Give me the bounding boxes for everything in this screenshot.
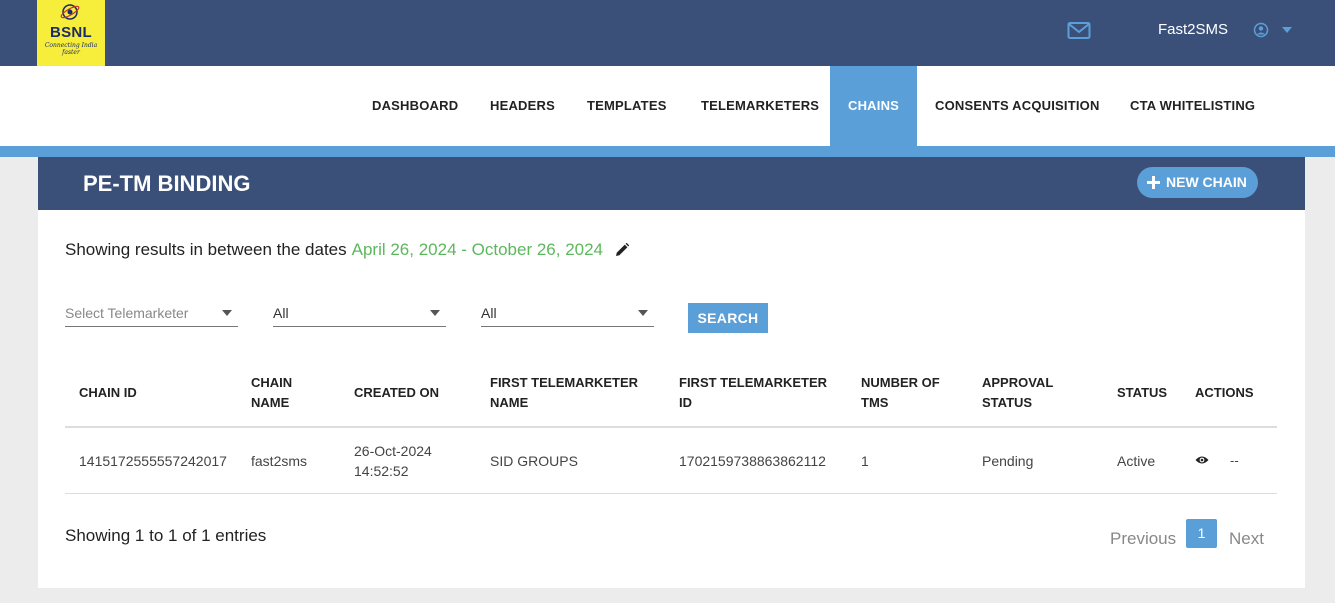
th-actions: ACTIONS: [1195, 385, 1254, 400]
chevron-down-icon[interactable]: [1282, 27, 1292, 33]
main-nav: DASHBOARD HEADERS TEMPLATES TELEMARKETER…: [0, 66, 1335, 146]
nav-underline-strip: [0, 146, 1335, 157]
nav-headers[interactable]: HEADERS: [472, 66, 573, 146]
th-line: NUMBER OF: [861, 375, 940, 390]
date-range: Showing results in between the dates Apr…: [65, 240, 630, 260]
th-first-tm-name[interactable]: FIRST TELEMARKETER NAME: [490, 373, 638, 413]
cell-actions-extra: --: [1230, 453, 1239, 468]
th-line: NAME: [490, 395, 529, 410]
new-chain-label: NEW CHAIN: [1166, 174, 1247, 190]
th-chain-id[interactable]: CHAIN ID: [79, 383, 137, 403]
search-button[interactable]: SEARCH: [688, 303, 768, 333]
th-line: CHAIN: [251, 375, 293, 390]
dropdown-arrow-icon: [430, 310, 440, 316]
th-line: TMS: [861, 395, 889, 410]
chains-card: PE-TM BINDING NEW CHAIN Showing results …: [38, 157, 1305, 588]
logo-tagline: Connecting India faster: [44, 42, 98, 56]
nav-chains[interactable]: CHAINS: [830, 66, 917, 146]
filter-select-2[interactable]: All: [273, 299, 446, 327]
nav-dashboard[interactable]: DASHBOARD: [354, 66, 476, 146]
th-number-of-tms[interactable]: NUMBER OF TMS: [861, 373, 940, 413]
filter-select-3[interactable]: All: [481, 299, 654, 327]
th-line: STATUS: [982, 395, 1033, 410]
card-header: PE-TM BINDING NEW CHAIN: [38, 157, 1305, 210]
cell-chain-name: fast2sms: [251, 453, 308, 469]
nav-cta-whitelisting[interactable]: CTA WHITELISTING: [1112, 66, 1273, 146]
th-line: FIRST TELEMARKETER: [490, 375, 639, 390]
page-1-button[interactable]: 1: [1186, 519, 1217, 548]
cell-chain-id: 1415172555557242017: [79, 453, 227, 469]
table-header-divider: [65, 426, 1277, 428]
logo-text: BSNL: [49, 24, 93, 41]
telemarketer-select[interactable]: Select Telemarketer: [65, 299, 238, 327]
top-bar: BSNL Connecting India faster Fast2SMS: [0, 0, 1335, 66]
filter-select-3-value: All: [481, 305, 497, 321]
eye-icon[interactable]: [1195, 455, 1209, 465]
new-chain-button[interactable]: NEW CHAIN: [1137, 167, 1258, 198]
th-line: NAME: [251, 395, 290, 410]
pencil-icon[interactable]: [615, 243, 630, 257]
cell-first-tm-name: SID GROUPS: [490, 453, 578, 469]
th-first-tm-id[interactable]: FIRST TELEMARKETER ID: [679, 373, 827, 413]
username-label[interactable]: Fast2SMS: [1158, 21, 1228, 38]
cell-created-time: 14:52:52: [354, 463, 409, 479]
mail-icon[interactable]: [1067, 20, 1091, 42]
th-line: APPROVAL: [982, 375, 1054, 390]
nav-templates[interactable]: TEMPLATES: [569, 66, 685, 146]
plus-icon: [1147, 176, 1160, 189]
date-range-value[interactable]: April 26, 2024 - October 26, 2024: [352, 240, 603, 260]
dropdown-arrow-icon: [638, 310, 648, 316]
globe-icon: [60, 4, 80, 20]
nav-consents-acquisition[interactable]: CONSENTS ACQUISITION: [917, 66, 1118, 146]
cell-created-date: 26-Oct-2024: [354, 443, 432, 459]
th-created-on[interactable]: CREATED ON: [354, 383, 439, 403]
th-approval-status[interactable]: APPROVAL STATUS: [982, 373, 1053, 413]
nav-telemarketers[interactable]: TELEMARKETERS: [683, 66, 837, 146]
next-page-button[interactable]: Next: [1229, 529, 1264, 549]
telemarketer-select-value: Select Telemarketer: [65, 305, 189, 321]
cell-created-on: 26-Oct-2024 14:52:52: [354, 441, 432, 481]
previous-page-button[interactable]: Previous: [1110, 529, 1176, 549]
cell-approval-status: Pending: [982, 453, 1034, 469]
entries-summary: Showing 1 to 1 of 1 entries: [65, 526, 267, 545]
cell-number-of-tms: 1: [861, 453, 869, 469]
dropdown-arrow-icon: [222, 310, 232, 316]
th-line: ID: [679, 395, 692, 410]
table-row-divider: [65, 493, 1277, 494]
cell-first-tm-id: 1702159738863862112: [679, 453, 826, 469]
date-range-prefix: Showing results in between the dates: [65, 240, 347, 259]
th-status[interactable]: STATUS: [1117, 383, 1167, 403]
page-title: PE-TM BINDING: [83, 171, 251, 196]
user-circle-icon[interactable]: [1253, 22, 1269, 38]
cell-status: Active: [1117, 453, 1156, 469]
filter-select-2-value: All: [273, 305, 289, 321]
bsnl-logo[interactable]: BSNL Connecting India faster: [37, 0, 105, 66]
th-line: FIRST TELEMARKETER: [679, 375, 828, 390]
th-chain-name[interactable]: CHAIN NAME: [251, 373, 292, 413]
